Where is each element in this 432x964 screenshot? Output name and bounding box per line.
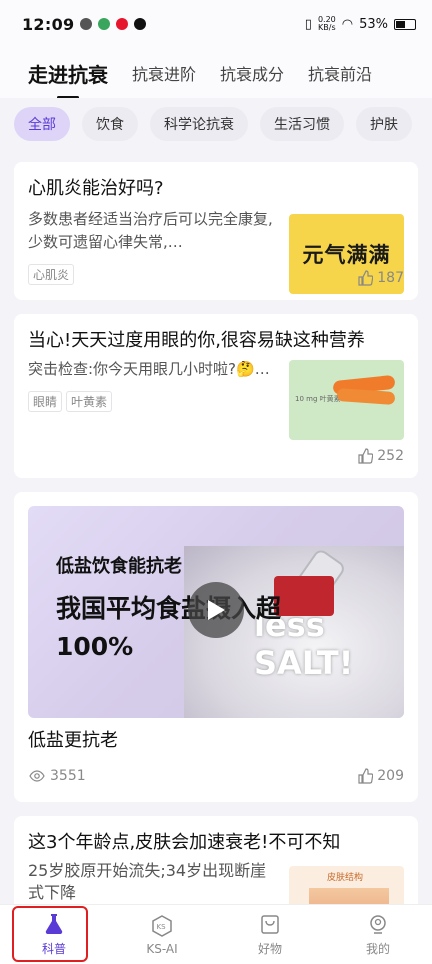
chip-all[interactable]: 全部	[14, 107, 70, 141]
chip-diet[interactable]: 饮食	[82, 107, 138, 141]
weibo-icon	[116, 18, 129, 30]
view-count: 3551	[28, 768, 86, 784]
battery-percent: 53%	[359, 16, 388, 32]
status-bar: 12:09 ▯ 0.20 KB/s ◠ 53%	[0, 0, 432, 48]
chip-lifestyle[interactable]: 生活习惯	[260, 107, 344, 141]
tab-kangshuai-jinjie[interactable]: 抗衰进阶	[132, 61, 196, 85]
article-summary: 25岁胶原开始流失;34岁出现断崖式下降	[28, 861, 267, 902]
thumbnail-caption: 元气满满	[302, 243, 391, 267]
category-chips: 全部 饮食 科学论抗衰 生活习惯 护肤	[0, 102, 432, 146]
nav-wode[interactable]: 我的	[340, 912, 416, 957]
wifi-icon: ◠	[341, 16, 354, 32]
carrot-image	[336, 387, 396, 406]
article-summary: 突击检查:你今天用眼几小时啦?🤔…	[28, 360, 270, 378]
article-card[interactable]: 当心!天天过度用眼的你,很容易缺这种营养 突击检查:你今天用眼几小时啦?🤔… 眼…	[14, 314, 418, 478]
video-headline: 我国平均食盐摄入超100%	[56, 594, 282, 661]
vibrate-icon: ▯	[304, 16, 312, 32]
svg-text:KS: KS	[157, 923, 167, 931]
check-icon	[80, 18, 93, 30]
article-tag[interactable]: 叶黄素	[66, 391, 113, 412]
thumbnail-caption: 皮肤结构	[327, 873, 364, 883]
article-title: 心肌炎能治好吗?	[28, 178, 164, 199]
tab-kangshuai-chengfen[interactable]: 抗衰成分	[220, 61, 284, 85]
article-feed: 心肌炎能治好吗? 多数患者经适当治疗后可以完全康复,少数可遗留心律失常,… 心肌…	[14, 162, 418, 950]
video-card[interactable]: less SALT! 低盐饮食能抗老 我国平均食盐摄入超100% 低盐更抗老 3…	[14, 492, 418, 802]
tiktok-icon	[134, 18, 147, 30]
chip-skincare[interactable]: 护肤	[356, 107, 412, 141]
tab-kangshuai-qianyan[interactable]: 抗衰前沿	[308, 61, 372, 85]
article-tag[interactable]: 心肌炎	[28, 264, 75, 285]
article-title: 这3个年龄点,皮肤会加速衰老!不可不知	[28, 832, 341, 853]
like-count[interactable]: 209	[357, 768, 404, 784]
thumbs-up-icon	[358, 448, 374, 464]
eye-icon	[29, 770, 45, 782]
network-speed: 0.20 KB/s	[317, 15, 336, 32]
app-notification-icon	[98, 18, 111, 30]
article-title: 当心!天天过度用眼的你,很容易缺这种营养	[28, 330, 365, 351]
chip-science[interactable]: 科学论抗衰	[150, 107, 248, 141]
nav-haowu[interactable]: 好物	[232, 912, 308, 957]
top-tabs: 走进抗衰 抗衰进阶 抗衰成分 抗衰前沿	[0, 48, 432, 98]
shopping-bag-icon	[261, 915, 279, 934]
tab-zoujin-kangshuai[interactable]: 走进抗衰	[28, 59, 108, 98]
video-thumbnail[interactable]: less SALT! 低盐饮食能抗老 我国平均食盐摄入超100%	[28, 506, 404, 718]
thumbnail-caption: 10 mg 叶黄素	[295, 395, 341, 403]
play-icon	[208, 600, 225, 620]
video-title: 低盐更抗老	[28, 730, 118, 751]
article-summary: 多数患者经适当治疗后可以完全康复,少数可遗留心律失常,…	[28, 210, 273, 251]
profile-icon	[370, 915, 386, 934]
like-count[interactable]: 252	[357, 448, 404, 464]
play-button[interactable]	[188, 582, 244, 638]
article-card[interactable]: 心肌炎能治好吗? 多数患者经适当治疗后可以完全康复,少数可遗留心律失常,… 心肌…	[14, 162, 418, 300]
selected-tab-highlight	[12, 906, 88, 962]
article-tag[interactable]: 眼睛	[28, 391, 63, 412]
status-time: 12:09	[22, 14, 75, 34]
article-thumbnail: 10 mg 叶黄素	[289, 360, 404, 440]
nav-ks-ai[interactable]: KS KS-AI	[124, 914, 200, 956]
thumbs-up-icon	[358, 768, 374, 784]
like-count[interactable]: 187	[357, 270, 404, 286]
battery-icon	[394, 18, 416, 30]
ks-ai-icon: KS	[152, 914, 172, 937]
thumbs-up-icon	[358, 270, 374, 286]
video-subtitle: 低盐饮食能抗老	[56, 556, 182, 577]
